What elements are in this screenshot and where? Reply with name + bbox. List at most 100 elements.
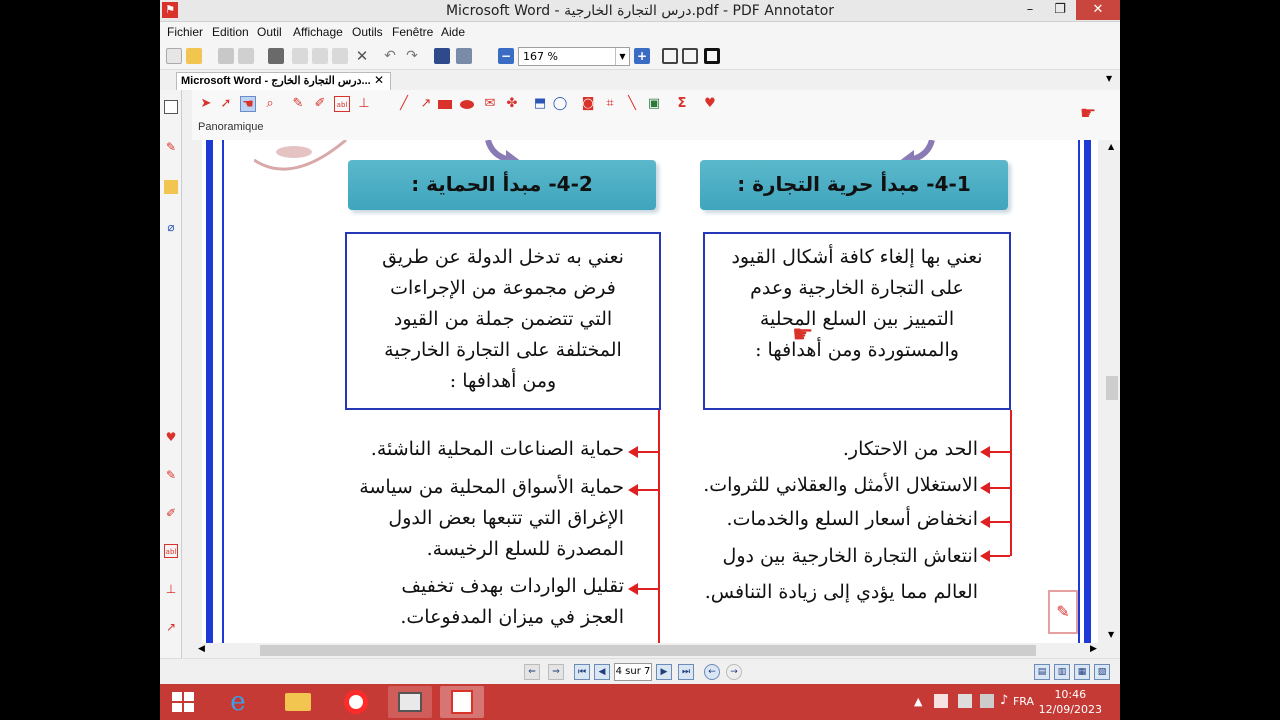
battery-tray-icon[interactable]	[980, 694, 994, 708]
rectangle-tool-icon[interactable]	[438, 100, 452, 109]
cut-icon[interactable]	[292, 48, 308, 64]
show-hidden-icons-icon[interactable]: ▲	[914, 695, 922, 708]
pencil-icon[interactable]: ✎	[164, 468, 178, 482]
menu-outil[interactable]: Outil	[257, 25, 282, 39]
zoom-out-icon[interactable]: −	[498, 48, 514, 64]
windows-start-icon[interactable]	[172, 692, 194, 712]
stamp-tool-icon[interactable]: ⊥	[356, 96, 372, 112]
pen-icon[interactable]: ✎	[164, 140, 178, 154]
undo-icon[interactable]: ↶	[382, 48, 398, 64]
save-as-icon[interactable]	[238, 48, 254, 64]
copy-icon[interactable]	[312, 48, 328, 64]
flag-tray-icon[interactable]	[934, 694, 948, 708]
menu-fenetre[interactable]: Fenêtre	[392, 25, 433, 39]
pen-tool-icon[interactable]: ✎	[290, 96, 306, 112]
zoom-in-icon[interactable]: +	[634, 48, 650, 64]
stamp-icon[interactable]: ⊥	[164, 582, 178, 596]
marker-icon[interactable]: ✐	[164, 506, 178, 520]
favorites-heart-icon[interactable]: ♥	[164, 430, 178, 444]
scroll-left-icon[interactable]: ◀	[198, 644, 205, 654]
internet-explorer-icon[interactable]: e	[216, 686, 260, 718]
arrow-tool-icon[interactable]: ↗	[164, 620, 178, 634]
go-back-icon[interactable]: ←	[704, 664, 720, 680]
ruler-icon[interactable]: ╲	[624, 96, 640, 112]
two-page-view-icon[interactable]: ▦	[1074, 664, 1090, 680]
tab-list-chevron-icon[interactable]: ▼	[1106, 74, 1112, 83]
maximize-button[interactable]: ❐	[1046, 0, 1074, 20]
fit-page-icon[interactable]	[662, 48, 678, 64]
close-window-button[interactable]: ✕	[1076, 0, 1120, 20]
scroll-down-icon[interactable]: ▼	[1108, 630, 1114, 639]
floating-pen-icon[interactable]: ✎	[1048, 590, 1078, 634]
full-screen-icon[interactable]	[704, 48, 720, 64]
select-text-icon[interactable]: ➚	[218, 96, 234, 112]
menu-outils[interactable]: Outils	[352, 25, 383, 39]
facing-view-icon[interactable]: ▧	[1094, 664, 1110, 680]
system-clock[interactable]: 10:46 12/09/2023	[1039, 687, 1102, 717]
chevron-down-icon[interactable]: ▼	[615, 48, 629, 65]
print-icon[interactable]	[268, 48, 284, 64]
fit-width-icon[interactable]	[682, 48, 698, 64]
file-explorer-icon[interactable]	[276, 686, 320, 718]
back-history-icon[interactable]: ⇐	[524, 664, 540, 680]
language-indicator[interactable]: FRA	[1013, 695, 1034, 708]
hand-tool-icon[interactable]	[456, 48, 472, 64]
menu-aide[interactable]: Aide	[441, 25, 465, 39]
next-page-icon[interactable]: ▶	[656, 664, 672, 680]
camera-icon[interactable]: ◙	[580, 96, 596, 112]
media-app-icon[interactable]	[388, 686, 432, 718]
hscroll-thumb[interactable]	[260, 645, 1036, 656]
polygon-tool-icon[interactable]: ✉	[482, 96, 498, 112]
continuous-view-icon[interactable]: ▥	[1054, 664, 1070, 680]
attachment-icon[interactable]: ⌀	[164, 220, 178, 234]
volume-icon[interactable]: ♪	[1000, 693, 1008, 708]
open-folder-icon[interactable]	[186, 48, 202, 64]
menu-edition[interactable]: Edition	[212, 25, 249, 39]
lasso-icon[interactable]: ◯	[552, 96, 568, 112]
first-page-icon[interactable]: ⏮	[574, 664, 590, 680]
scroll-up-icon[interactable]: ▲	[1108, 142, 1114, 151]
folder-icon[interactable]	[164, 180, 178, 194]
redo-icon[interactable]: ↷	[404, 48, 420, 64]
cloud-tool-icon[interactable]: ✤	[504, 96, 520, 112]
document-page[interactable]: 4-1- مبدأ حرية التجارة : 4-2- مبدأ الحما…	[202, 140, 1098, 643]
text-tool-icon[interactable]: abl	[334, 96, 350, 112]
arrow-line-icon[interactable]: ↗	[418, 96, 434, 112]
sum-icon[interactable]: Σ	[674, 96, 690, 112]
scroll-thumb[interactable]	[1106, 376, 1118, 400]
eraser-icon[interactable]: ⬒	[532, 96, 548, 112]
document-tab[interactable]: Microsoft Word - درس التجارة الخارج...	[176, 72, 391, 90]
network-tray-icon[interactable]	[958, 694, 972, 708]
favorites-icon[interactable]: ♥	[702, 96, 718, 112]
vertical-scrollbar[interactable]: ▲ ▼	[1104, 140, 1120, 643]
page-view-icon[interactable]	[164, 100, 178, 114]
single-page-view-icon[interactable]: ▤	[1034, 664, 1050, 680]
save-icon[interactable]	[218, 48, 234, 64]
paste-icon[interactable]	[332, 48, 348, 64]
select-arrow-icon[interactable]: ➤	[198, 96, 214, 112]
last-page-icon[interactable]: ⏭	[678, 664, 694, 680]
horizontal-scrollbar[interactable]: ◀ ▶	[192, 643, 1104, 658]
pdf-annotator-taskbar-icon[interactable]	[440, 686, 484, 718]
scroll-right-icon[interactable]: ▶	[1090, 644, 1097, 654]
highlighter-icon[interactable]: ✐	[312, 96, 328, 112]
zoom-field[interactable]: 167 % ▼	[518, 47, 630, 66]
minimize-button[interactable]: –	[1016, 0, 1044, 20]
pan-hand-icon[interactable]: ☚	[240, 96, 256, 112]
menu-affichage[interactable]: Affichage	[293, 25, 343, 39]
forward-history-icon[interactable]: ⇒	[548, 664, 564, 680]
insert-image-icon[interactable]: ▣	[646, 96, 662, 112]
opera-browser-icon[interactable]	[334, 686, 378, 718]
find-icon[interactable]	[434, 48, 450, 64]
previous-page-icon[interactable]: ◀	[594, 664, 610, 680]
ellipse-tool-icon[interactable]	[460, 100, 474, 109]
new-document-icon[interactable]	[166, 48, 182, 64]
textbox-icon[interactable]: abl	[164, 544, 178, 558]
page-number-field[interactable]: 4 sur 7	[614, 663, 652, 681]
go-forward-icon[interactable]: →	[726, 664, 742, 680]
tab-close-icon[interactable]: ✕	[374, 73, 384, 87]
zoom-tool-icon[interactable]: ⌕	[262, 96, 278, 112]
menu-fichier[interactable]: Fichier	[167, 25, 203, 39]
delete-icon[interactable]: ✕	[354, 48, 370, 64]
crop-icon[interactable]: ⌗	[602, 96, 618, 112]
